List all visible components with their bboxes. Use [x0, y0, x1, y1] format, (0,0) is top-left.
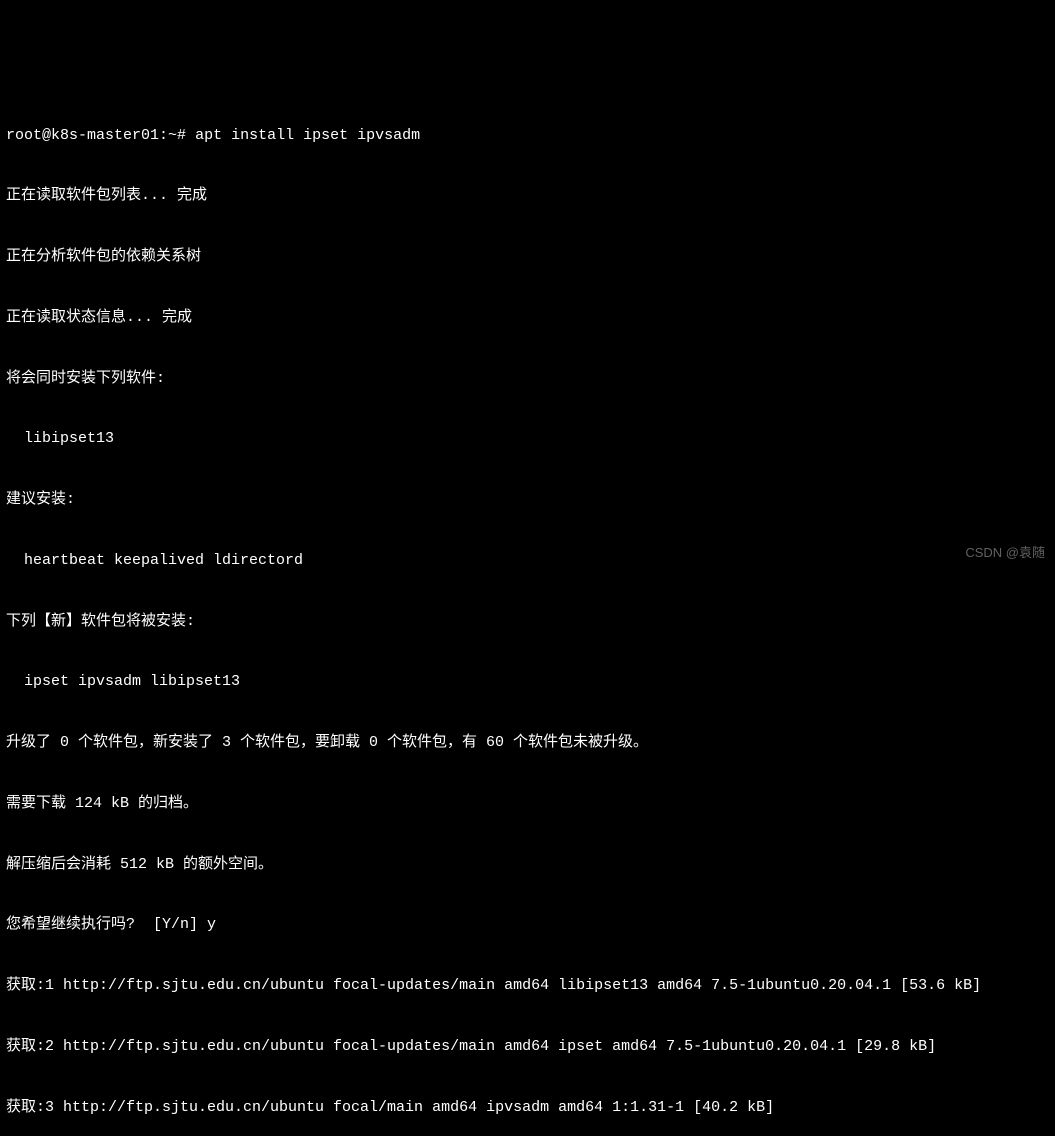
output-line: libipset13 [6, 429, 1049, 449]
output-line: 正在分析软件包的依赖关系树 [6, 247, 1049, 267]
prompt-line: root@k8s-master01:~# apt install ipset i… [6, 126, 1049, 146]
output-line: ipset ipvsadm libipset13 [6, 672, 1049, 692]
output-line: 下列【新】软件包将被安装: [6, 612, 1049, 632]
output-line: 获取:1 http://ftp.sjtu.edu.cn/ubuntu focal… [6, 976, 1049, 996]
output-line: 建议安装: [6, 490, 1049, 510]
output-line: 解压缩后会消耗 512 kB 的额外空间。 [6, 855, 1049, 875]
prompt-user-host: root@k8s-master01 [6, 127, 159, 144]
output-line: 正在读取状态信息... 完成 [6, 308, 1049, 328]
command-text: apt install ipset ipvsadm [195, 127, 420, 144]
output-line: 需要下载 124 kB 的归档。 [6, 794, 1049, 814]
output-line: 您希望继续执行吗? [Y/n] y [6, 915, 1049, 935]
output-line: 获取:3 http://ftp.sjtu.edu.cn/ubuntu focal… [6, 1098, 1049, 1118]
prompt-cwd: :~# [159, 127, 186, 144]
output-line: 获取:2 http://ftp.sjtu.edu.cn/ubuntu focal… [6, 1037, 1049, 1057]
watermark-text: CSDN @袁随 [965, 544, 1045, 562]
output-line: 将会同时安装下列软件: [6, 369, 1049, 389]
output-line: 升级了 0 个软件包，新安装了 3 个软件包，要卸载 0 个软件包，有 60 个… [6, 733, 1049, 753]
output-line: 正在读取软件包列表... 完成 [6, 186, 1049, 206]
terminal-window[interactable]: root@k8s-master01:~# apt install ipset i… [6, 85, 1049, 645]
